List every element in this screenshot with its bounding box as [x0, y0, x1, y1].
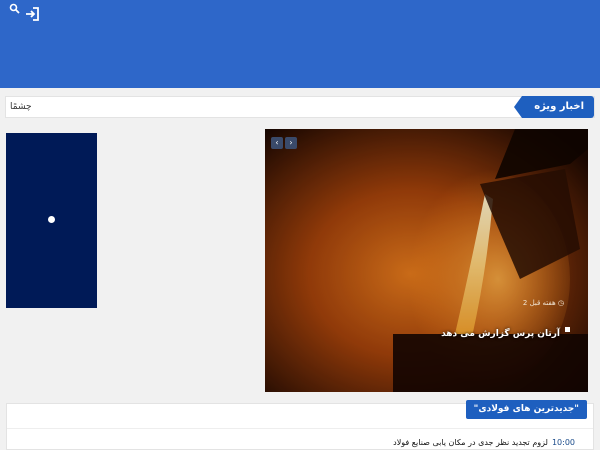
news-time: 10:00 [551, 438, 575, 447]
login-icon[interactable] [24, 6, 40, 22]
slider-next-button[interactable]: › [285, 137, 297, 149]
latest-news-box: "جدیدترین های فولادی" 10:00 لزوم تجدید ن… [6, 400, 594, 450]
slide-bullet [565, 327, 570, 332]
latest-news-title: "جدیدترین های فولادی" [465, 400, 587, 419]
slide-title[interactable]: آرتان پرس گزارش می دهد [441, 329, 560, 339]
chevron-right-icon: › [289, 138, 293, 147]
slider-prev-button[interactable]: ‹ [271, 137, 283, 149]
slide-time: 2 هفته قبل ◷ [522, 299, 564, 307]
ticker-label: اخبار ویژه [514, 96, 594, 118]
featured-slider[interactable]: ‹ › 2 هفته قبل ◷ آرتان پرس گزارش می دهد [265, 129, 588, 392]
slider-image [265, 129, 588, 392]
ad-dot [48, 216, 55, 223]
divider [7, 428, 593, 429]
clock-icon: ◷ [557, 299, 564, 307]
ticker-text[interactable]: چشمًا [10, 97, 32, 117]
ad-banner[interactable] [6, 133, 97, 308]
chevron-left-icon: ‹ [275, 138, 279, 147]
list-item[interactable]: 10:00 لزوم تجدید نظر جدی در مکان یابی صن… [7, 434, 593, 450]
breaking-news-ticker: اخبار ویژه چشمًا [5, 96, 595, 118]
news-title[interactable]: لزوم تجدید نظر جدی در مکان یابی صنایع فو… [393, 438, 548, 447]
search-icon[interactable] [9, 3, 21, 15]
site-header [0, 0, 600, 88]
